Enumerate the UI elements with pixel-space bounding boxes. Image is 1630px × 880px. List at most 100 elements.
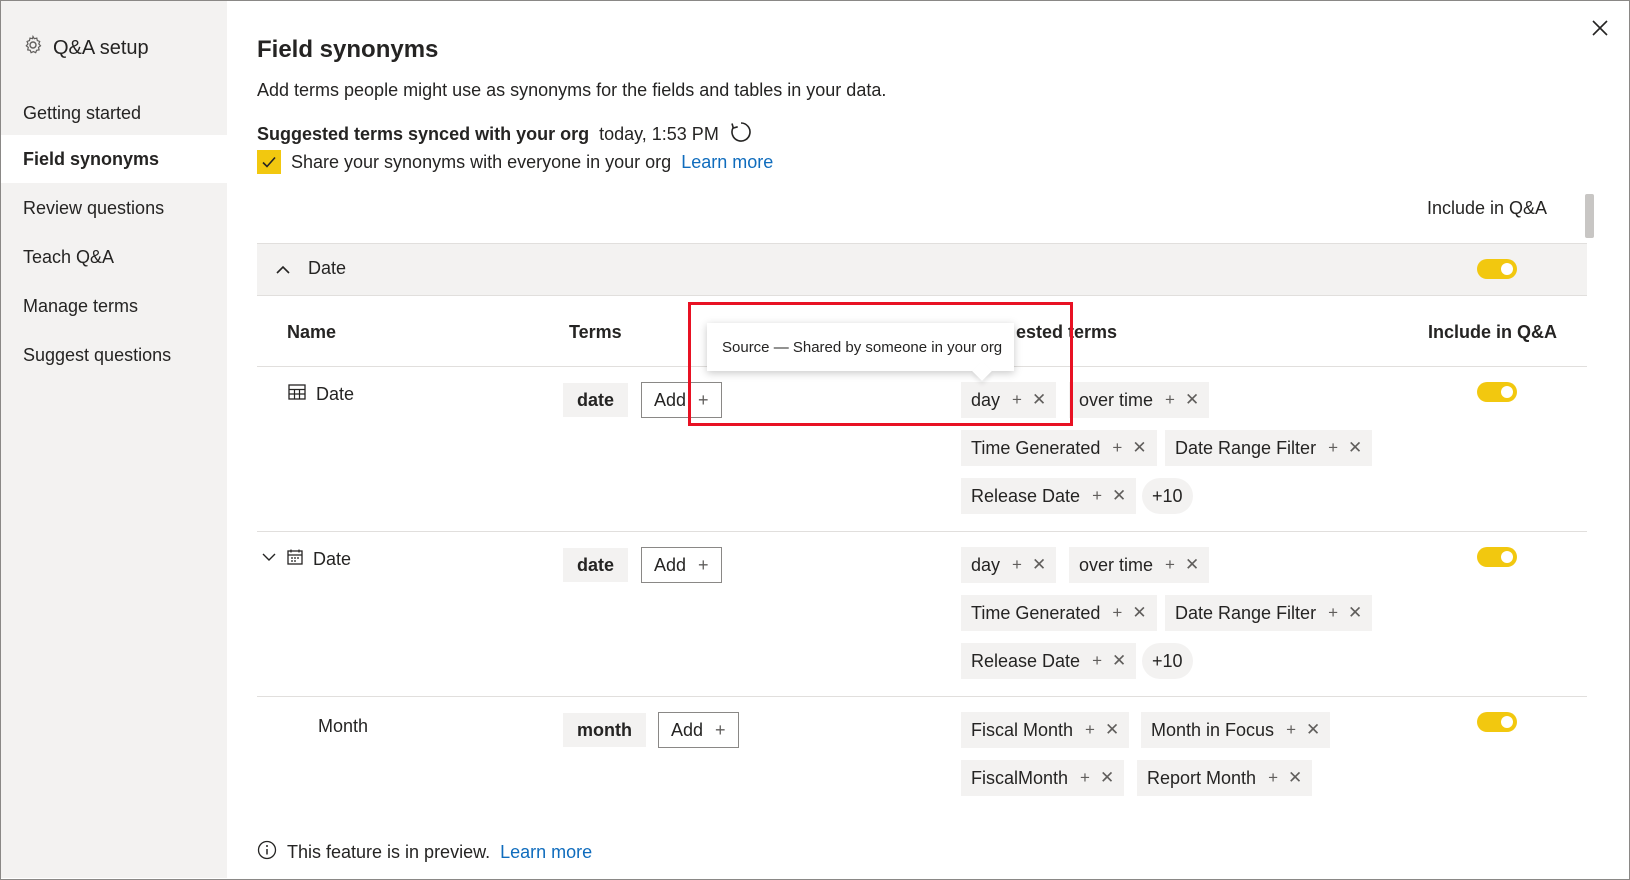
- learn-more-link[interactable]: Learn more: [681, 152, 773, 173]
- suggested-term-label: Report Month: [1147, 767, 1257, 788]
- sidebar-item-suggest-questions[interactable]: Suggest questions: [1, 331, 227, 379]
- scrollbar-thumb[interactable]: [1585, 194, 1594, 238]
- plus-icon: +: [698, 554, 709, 575]
- remove-icon[interactable]: ✕: [1185, 390, 1199, 410]
- field-include-toggle[interactable]: [1477, 547, 1517, 567]
- add-icon[interactable]: +: [1092, 486, 1102, 506]
- suggested-term: Release Date + ✕: [961, 643, 1137, 679]
- suggested-term-label: over time: [1079, 389, 1154, 410]
- remove-icon[interactable]: ✕: [1132, 438, 1146, 458]
- add-term-button[interactable]: Add +: [658, 712, 739, 748]
- remove-icon[interactable]: ✕: [1100, 768, 1114, 788]
- window-frame: [0, 0, 1630, 880]
- add-icon[interactable]: +: [1012, 555, 1022, 575]
- add-label: Add: [654, 554, 687, 575]
- suggested-term: Time Generated + ✕: [961, 430, 1157, 466]
- close-button[interactable]: [1588, 16, 1612, 40]
- suggested-term: Month in Focus + ✕: [1141, 712, 1331, 748]
- term-chip: month: [563, 713, 646, 747]
- suggested-term: Date Range Filter + ✕: [1165, 595, 1373, 631]
- suggested-term: Report Month + ✕: [1137, 760, 1313, 796]
- remove-icon[interactable]: ✕: [1112, 486, 1126, 506]
- sidebar-item-label: Field synonyms: [23, 148, 160, 169]
- sidebar-item-teach-qa[interactable]: Teach Q&A: [1, 233, 227, 281]
- page-title: Field synonyms: [257, 36, 439, 63]
- remove-icon[interactable]: ✕: [1112, 651, 1126, 671]
- add-label: Add: [654, 389, 687, 410]
- remove-icon[interactable]: ✕: [1132, 603, 1146, 623]
- column-name: Name: [287, 322, 337, 342]
- refresh-icon[interactable]: [729, 120, 753, 149]
- preview-notice: This feature is in preview. Learn more: [257, 840, 592, 865]
- suggested-term-label: over time: [1079, 554, 1154, 575]
- footer-learn-more-link[interactable]: Learn more: [500, 842, 592, 863]
- sidebar-item-review-questions[interactable]: Review questions: [1, 184, 227, 232]
- add-icon[interactable]: +: [1085, 720, 1095, 740]
- add-icon[interactable]: +: [1112, 603, 1122, 623]
- suggested-term: Date Range Filter + ✕: [1165, 430, 1373, 466]
- calendar-icon: [287, 549, 303, 570]
- share-option: Share your synonyms with everyone in you…: [257, 150, 773, 174]
- add-icon[interactable]: +: [1328, 438, 1338, 458]
- field-name-label: Date: [313, 549, 352, 569]
- more-terms-button[interactable]: +10: [1142, 478, 1193, 514]
- remove-icon[interactable]: ✕: [1348, 603, 1362, 623]
- row-divider: [257, 531, 1587, 532]
- chevron-up-icon[interactable]: [275, 262, 291, 283]
- sync-label: Suggested terms synced with your org: [257, 124, 590, 144]
- more-terms-button[interactable]: +10: [1142, 643, 1193, 679]
- field-name: Month: [318, 716, 368, 737]
- remove-icon[interactable]: ✕: [1348, 438, 1362, 458]
- sync-time: today, 1:53 PM: [599, 124, 719, 144]
- field-include-toggle[interactable]: [1477, 382, 1517, 402]
- checkmark-icon: [262, 156, 276, 168]
- add-icon[interactable]: +: [1080, 768, 1090, 788]
- plus-icon: +: [715, 719, 726, 740]
- sidebar-item-manage-terms[interactable]: Manage terms: [1, 282, 227, 330]
- share-checkbox[interactable]: [257, 150, 281, 174]
- sync-status: Suggested terms synced with your org tod…: [257, 120, 753, 149]
- field-include-toggle[interactable]: [1477, 712, 1517, 732]
- highlight-box: [688, 302, 1073, 426]
- add-term-button[interactable]: Add +: [641, 547, 722, 583]
- add-icon[interactable]: +: [1286, 720, 1296, 740]
- add-icon[interactable]: +: [1165, 390, 1175, 410]
- remove-icon[interactable]: ✕: [1288, 768, 1302, 788]
- suggested-term-label: Release Date: [971, 485, 1081, 506]
- field-name-label: Date: [316, 384, 355, 404]
- field-name: Date: [261, 549, 351, 570]
- row-divider: [257, 696, 1587, 697]
- suggested-term-label: Release Date: [971, 650, 1081, 671]
- add-icon[interactable]: +: [1268, 768, 1278, 788]
- sidebar-item-label: Suggest questions: [23, 344, 172, 365]
- term-chip: date: [563, 548, 629, 582]
- sidebar-item-getting-started[interactable]: Getting started: [1, 89, 227, 137]
- field-name: Date: [288, 384, 354, 405]
- add-icon[interactable]: +: [1165, 555, 1175, 575]
- remove-icon[interactable]: ✕: [1185, 555, 1199, 575]
- remove-icon[interactable]: ✕: [1032, 555, 1046, 575]
- table-header-date[interactable]: Date: [257, 243, 1587, 296]
- table-include-toggle[interactable]: [1477, 259, 1517, 279]
- add-icon[interactable]: +: [1328, 603, 1338, 623]
- suggested-term-label: Date Range Filter: [1175, 437, 1317, 458]
- add-icon[interactable]: +: [1092, 651, 1102, 671]
- column-include: Include in Q&A: [1428, 322, 1558, 342]
- remove-icon[interactable]: ✕: [1306, 720, 1320, 740]
- sidebar-item-label: Getting started: [23, 102, 142, 123]
- add-label: Add: [671, 719, 704, 740]
- suggested-term-label: Month in Focus: [1151, 719, 1275, 740]
- suggested-term: over time + ✕: [1069, 547, 1210, 583]
- add-icon[interactable]: +: [1112, 438, 1122, 458]
- suggested-term: FiscalMonth + ✕: [961, 760, 1125, 796]
- include-header: Include in Q&A: [1427, 198, 1548, 218]
- suggested-term-label: Date Range Filter: [1175, 602, 1317, 623]
- chevron-down-icon[interactable]: [261, 549, 277, 570]
- sidebar-title: Q&A setup: [23, 34, 149, 61]
- sidebar-title-label: Q&A setup: [53, 36, 149, 59]
- remove-icon[interactable]: ✕: [1105, 720, 1119, 740]
- gear-icon: [23, 34, 43, 61]
- sidebar-item-field-synonyms[interactable]: Field synonyms: [1, 135, 227, 183]
- page-description: Add terms people might use as synonyms f…: [257, 80, 887, 100]
- info-icon: [257, 840, 277, 865]
